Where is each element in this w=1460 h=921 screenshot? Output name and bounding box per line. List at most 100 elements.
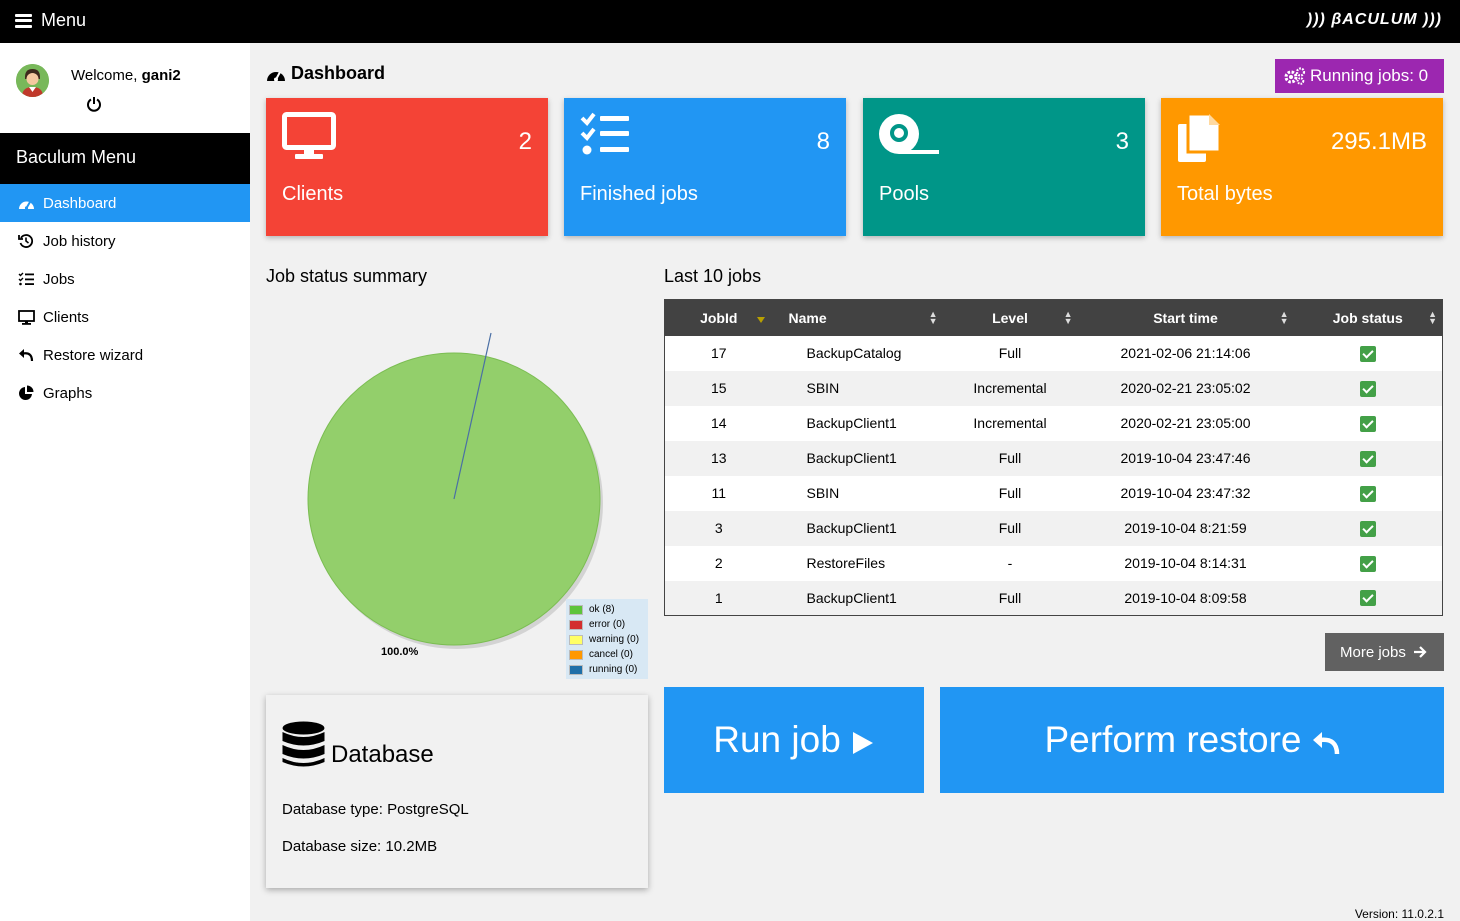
logout-power-icon[interactable] xyxy=(86,96,102,112)
tasks-icon xyxy=(580,112,630,163)
cell-level: Full xyxy=(942,510,1078,546)
sidebar-menu-title: Baculum Menu xyxy=(0,133,250,184)
cell-job-status xyxy=(1293,370,1443,406)
status-ok-check-icon xyxy=(1359,380,1376,397)
status-ok-check-icon xyxy=(1359,345,1376,362)
col-start-time-header[interactable]: Start time ▲ ▼ xyxy=(1077,299,1294,336)
finished-jobs-card[interactable]: 8 Finished jobs xyxy=(564,98,846,236)
database-type: Database type: PostgreSQL xyxy=(282,801,469,818)
play-icon xyxy=(852,732,873,754)
col-level-header[interactable]: Level ▲ ▼ xyxy=(942,299,1078,336)
cell-start-time: 2019-10-04 8:21:59 xyxy=(1077,510,1294,546)
cell-name: BackupClient1 xyxy=(772,580,943,616)
table-row[interactable]: 17 BackupCatalog Full 2021-02-06 21:14:06 xyxy=(664,335,1443,371)
menu-button[interactable]: Menu xyxy=(15,10,86,31)
sidebar-item-graphs[interactable]: Graphs xyxy=(0,374,250,412)
cell-job-status xyxy=(1293,580,1443,616)
legend-swatch xyxy=(569,664,583,675)
cell-jobid: 15 xyxy=(664,370,773,406)
col-name-header[interactable]: Name ▲ ▼ xyxy=(772,299,943,336)
tasks-icon xyxy=(17,270,35,288)
cell-jobid: 14 xyxy=(664,405,773,441)
legend-item: running (0) xyxy=(569,662,648,677)
clients-card[interactable]: 2 Clients xyxy=(266,98,548,236)
cell-name: SBIN xyxy=(772,475,943,511)
sidebar-item-dashboard[interactable]: Dashboard xyxy=(0,184,250,222)
top-bar: Menu ))) βACULUM ))) xyxy=(0,0,1460,43)
sort-icon: ▲ ▼ xyxy=(928,309,938,326)
col-job-status-header[interactable]: Job status ▲ ▼ xyxy=(1293,299,1443,336)
copy-icon xyxy=(1177,112,1223,169)
pie-chart-icon xyxy=(17,384,35,402)
table-row[interactable]: 2 RestoreFiles -2019-10-04 8:14:31 xyxy=(664,545,1443,581)
legend-label: error (0) xyxy=(589,619,626,630)
running-jobs-button[interactable]: Running jobs: 0 xyxy=(1275,59,1444,93)
legend-swatch xyxy=(569,604,583,615)
card-label: Finished jobs xyxy=(580,183,698,205)
legend-item: error (0) xyxy=(569,617,648,632)
card-value: 295.1MB xyxy=(1330,128,1427,155)
job-status-summary-title: Job status summary xyxy=(266,266,428,286)
column-label: Name xyxy=(788,309,827,326)
cell-level: Full xyxy=(942,335,1078,371)
card-value: 2 xyxy=(518,128,532,155)
status-ok-check-icon xyxy=(1359,520,1376,537)
dashboard-icon xyxy=(267,71,285,81)
table-row[interactable]: 3 BackupClient1 Full 2019-10-04 8:21:59 xyxy=(664,510,1443,546)
cell-name: RestoreFiles xyxy=(772,545,943,581)
cell-jobid: 1 xyxy=(664,580,773,616)
cell-job-status xyxy=(1293,405,1443,441)
running-jobs-label: Running jobs: 0 xyxy=(1310,66,1429,85)
cell-job-status xyxy=(1293,335,1443,371)
pools-card[interactable]: 3 Pools xyxy=(863,98,1145,236)
sidebar-item-label: Jobs xyxy=(43,270,75,288)
total-bytes-card[interactable]: 295.1MB Total bytes xyxy=(1161,98,1443,236)
col-jobid-header[interactable]: JobId xyxy=(664,299,773,336)
table-row[interactable]: 11 SBIN Full 2019-10-04 23:47:32 xyxy=(664,475,1443,511)
sidebar-item-job-history[interactable]: Job history xyxy=(0,222,250,260)
cell-jobid: 3 xyxy=(664,510,773,546)
legend-swatch xyxy=(569,649,583,660)
avatar xyxy=(16,64,49,97)
sort-icon: ▲ ▼ xyxy=(1279,309,1289,326)
history-icon xyxy=(17,232,35,250)
last-jobs-title: Last 10 jobs xyxy=(664,266,762,286)
status-ok-check-icon xyxy=(1359,590,1376,607)
gears-icon xyxy=(1284,67,1306,85)
sort-desc-icon xyxy=(757,317,765,323)
cell-jobid: 11 xyxy=(664,475,773,511)
table-row[interactable]: 1 BackupClient1 Full 2019-10-04 8:09:58 xyxy=(664,580,1443,616)
undo-icon xyxy=(1312,732,1339,755)
sidebar-item-clients[interactable]: Clients xyxy=(0,298,250,336)
last-jobs-table: JobId Name ▲ ▼ Level ▲ ▼ Start time ▲ ▼ Job st… xyxy=(664,299,1443,616)
status-ok-check-icon xyxy=(1359,450,1376,467)
legend-swatch xyxy=(569,634,583,645)
cell-name: BackupClient1 xyxy=(772,405,943,441)
card-label: Total bytes xyxy=(1177,183,1273,205)
cell-level: Incremental xyxy=(942,405,1078,441)
sidebar-item-restore-wizard[interactable]: Restore wizard xyxy=(0,336,250,374)
sidebar-nav: Dashboard Job history Jobs Clients Resto… xyxy=(0,184,250,412)
more-jobs-button[interactable]: More jobs xyxy=(1325,633,1444,671)
database-title-text: Database xyxy=(331,741,434,768)
database-icon xyxy=(282,721,325,767)
cell-start-time: 2019-10-04 8:09:58 xyxy=(1077,580,1294,616)
table-row[interactable]: 14 BackupClient1 Incremental 2020-02-21 23:… xyxy=(664,405,1443,441)
sidebar-item-label: Job history xyxy=(43,232,116,250)
cell-jobid: 13 xyxy=(664,440,773,476)
cell-job-status xyxy=(1293,475,1443,511)
undo-icon xyxy=(17,346,35,364)
perform-restore-button[interactable]: Perform restore xyxy=(940,687,1444,793)
sidebar-item-jobs[interactable]: Jobs xyxy=(0,260,250,298)
run-job-button[interactable]: Run job xyxy=(664,687,924,793)
legend-label: cancel (0) xyxy=(589,649,633,660)
cell-jobid: 2 xyxy=(664,545,773,581)
legend-item: ok (8) xyxy=(569,602,648,617)
table-row[interactable]: 13 BackupClient1 Full 2019-10-04 23:47:46 xyxy=(664,440,1443,476)
pie-legend: ok (8) error (0) warning (0) cancel (0) runn… xyxy=(566,599,648,679)
sidebar: Welcome, gani2 Baculum Menu Dashboard Jo… xyxy=(0,43,250,921)
arrow-right-icon xyxy=(1413,646,1427,658)
column-label: Level xyxy=(992,309,1028,326)
legend-swatch xyxy=(569,619,583,630)
table-row[interactable]: 15 SBIN Incremental 2020-02-21 23:05:02 xyxy=(664,370,1443,406)
